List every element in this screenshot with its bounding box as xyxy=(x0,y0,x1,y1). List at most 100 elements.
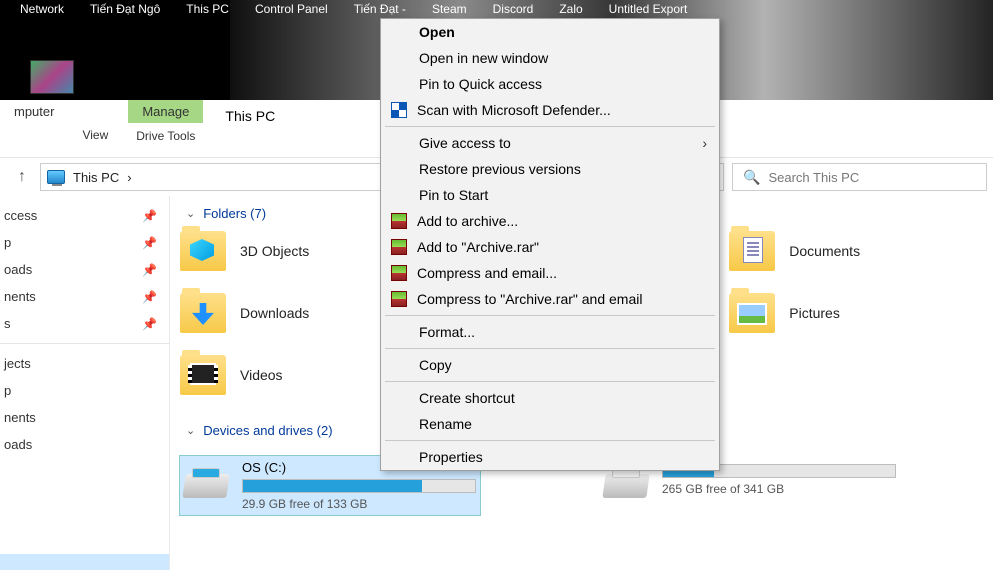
window-title: This PC xyxy=(209,100,291,132)
winrar-icon xyxy=(391,213,407,229)
winrar-icon xyxy=(391,265,407,281)
defender-icon xyxy=(391,102,407,118)
pin-icon: 📌 xyxy=(142,209,157,223)
context-menu-label: Add to "Archive.rar" xyxy=(417,239,539,255)
sidebar-item-label: oads xyxy=(4,262,32,277)
sidebar-item[interactable]: jects xyxy=(0,350,169,377)
folder-item[interactable]: Pictures xyxy=(729,293,860,333)
folder-label: Videos xyxy=(240,367,283,383)
context-menu-item[interactable]: Properties xyxy=(381,444,719,470)
folder-label: Pictures xyxy=(789,305,840,321)
context-menu-label: Copy xyxy=(419,357,452,373)
context-menu-item[interactable]: Pin to Quick access xyxy=(381,71,719,97)
sidebar-item-label: nents xyxy=(4,410,36,425)
sidebar-item[interactable]: nents 📌 xyxy=(0,283,169,310)
submenu-arrow-icon: › xyxy=(702,135,707,151)
context-menu-label: Pin to Start xyxy=(419,187,488,203)
this-pc-icon xyxy=(47,170,65,184)
drives-group-label: Devices and drives (2) xyxy=(203,423,332,438)
drive-free-text: 265 GB free of 341 GB xyxy=(662,482,896,496)
context-menu-label: Format... xyxy=(419,324,475,340)
pin-icon: 📌 xyxy=(142,290,157,304)
folder-label: Documents xyxy=(789,243,860,259)
desktop-icon[interactable]: Steam xyxy=(432,0,467,16)
desktop-icon[interactable]: Untitled Export xyxy=(609,0,688,16)
folder-item[interactable]: 3D Objects xyxy=(180,231,309,271)
folder-item[interactable]: Documents xyxy=(729,231,860,271)
context-menu-item[interactable]: Pin to Start xyxy=(381,182,719,208)
folder-item[interactable]: Videos xyxy=(180,355,309,395)
context-menu-item[interactable]: Compress and email... xyxy=(381,260,719,286)
context-menu-label: Pin to Quick access xyxy=(419,76,542,92)
folder-icon xyxy=(180,355,226,395)
context-menu-label: Restore previous versions xyxy=(419,161,581,177)
nav-up-button[interactable]: ↑ xyxy=(6,163,38,191)
pin-icon: 📌 xyxy=(142,317,157,331)
sidebar-item-label: ccess xyxy=(4,208,37,223)
desktop-icon[interactable]: Network xyxy=(20,0,64,16)
context-menu-item[interactable]: Add to archive... xyxy=(381,208,719,234)
folder-item[interactable]: Downloads xyxy=(180,293,309,333)
context-menu-label: Compress and email... xyxy=(417,265,557,281)
context-menu-label: Open xyxy=(419,24,455,40)
sidebar-item-label: nents xyxy=(4,289,36,304)
breadcrumb-chevron[interactable]: › xyxy=(127,170,131,185)
sidebar-item[interactable]: ccess 📌 xyxy=(0,202,169,229)
context-menu-label: Compress to "Archive.rar" and email xyxy=(417,291,642,307)
tab-drive-tools[interactable]: Drive Tools xyxy=(122,123,209,149)
context-menu: Open Open in new window Pin to Quick acces… xyxy=(380,18,720,471)
chevron-down-icon: ⌄ xyxy=(186,207,195,220)
context-menu-label: Create shortcut xyxy=(419,390,515,406)
context-menu-item[interactable]: Compress to "Archive.rar" and email xyxy=(381,286,719,312)
sidebar-item[interactable]: nents xyxy=(0,404,169,431)
sidebar-item[interactable]: p xyxy=(0,377,169,404)
context-menu-item[interactable]: Restore previous versions xyxy=(381,156,719,182)
context-menu-item[interactable]: Format... xyxy=(381,319,719,345)
context-menu-item[interactable]: Rename xyxy=(381,411,719,437)
tab-manage[interactable]: Manage xyxy=(128,100,203,123)
sidebar-item-label: p xyxy=(4,383,11,398)
desktop-icon[interactable]: This PC xyxy=(186,0,229,16)
context-menu-item[interactable]: Open xyxy=(381,19,719,45)
context-menu-item[interactable]: Give access to› xyxy=(381,130,719,156)
tab-view[interactable]: View xyxy=(68,122,122,148)
tab-computer[interactable]: mputer xyxy=(0,100,68,123)
sidebar-item-label: oads xyxy=(4,437,32,452)
desktop-icon[interactable]: Zalo xyxy=(559,0,582,16)
sidebar-item[interactable]: oads xyxy=(0,431,169,458)
desktop-thumbnail[interactable] xyxy=(30,60,74,94)
search-placeholder: Search This PC xyxy=(768,170,859,185)
sidebar-item[interactable]: p📌 xyxy=(0,229,169,256)
winrar-icon xyxy=(391,291,407,307)
sidebar-item[interactable]: s📌 xyxy=(0,310,169,337)
folder-label: Downloads xyxy=(240,305,309,321)
desktop-icon[interactable]: Discord xyxy=(493,0,534,16)
context-menu-label: Scan with Microsoft Defender... xyxy=(417,102,611,118)
drive-icon xyxy=(184,464,228,498)
folder-label: 3D Objects xyxy=(240,243,309,259)
winrar-icon xyxy=(391,239,407,255)
sidebar-item-label: s xyxy=(4,316,11,331)
folder-icon xyxy=(180,293,226,333)
context-menu-item[interactable]: Scan with Microsoft Defender... xyxy=(381,97,719,123)
folder-icon xyxy=(729,293,775,333)
sidebar-item[interactable]: oads📌 xyxy=(0,256,169,283)
context-menu-item[interactable]: Add to "Archive.rar" xyxy=(381,234,719,260)
nav-sidebar: ccess📌p📌oads📌nents📌s📌 jectspnentsoads xyxy=(0,196,170,570)
context-menu-label: Add to archive... xyxy=(417,213,518,229)
desktop-icon[interactable]: Control Panel xyxy=(255,0,328,16)
context-menu-label: Properties xyxy=(419,449,483,465)
desktop-icon[interactable]: Tiến Đạt - xyxy=(354,0,406,16)
sidebar-separator xyxy=(0,343,169,344)
folder-icon xyxy=(729,231,775,271)
context-menu-item[interactable]: Open in new window xyxy=(381,45,719,71)
context-menu-item[interactable]: Create shortcut xyxy=(381,385,719,411)
context-menu-item[interactable]: Copy xyxy=(381,352,719,378)
desktop-icon[interactable]: Tiến Đạt Ngô xyxy=(90,0,160,16)
sidebar-item-label: p xyxy=(4,235,11,250)
search-box[interactable]: 🔍 Search This PC xyxy=(732,163,987,191)
folders-group-label: Folders (7) xyxy=(203,206,266,221)
sidebar-selection xyxy=(0,554,169,570)
breadcrumb-this-pc[interactable]: This PC xyxy=(73,170,119,185)
folder-icon xyxy=(180,231,226,271)
